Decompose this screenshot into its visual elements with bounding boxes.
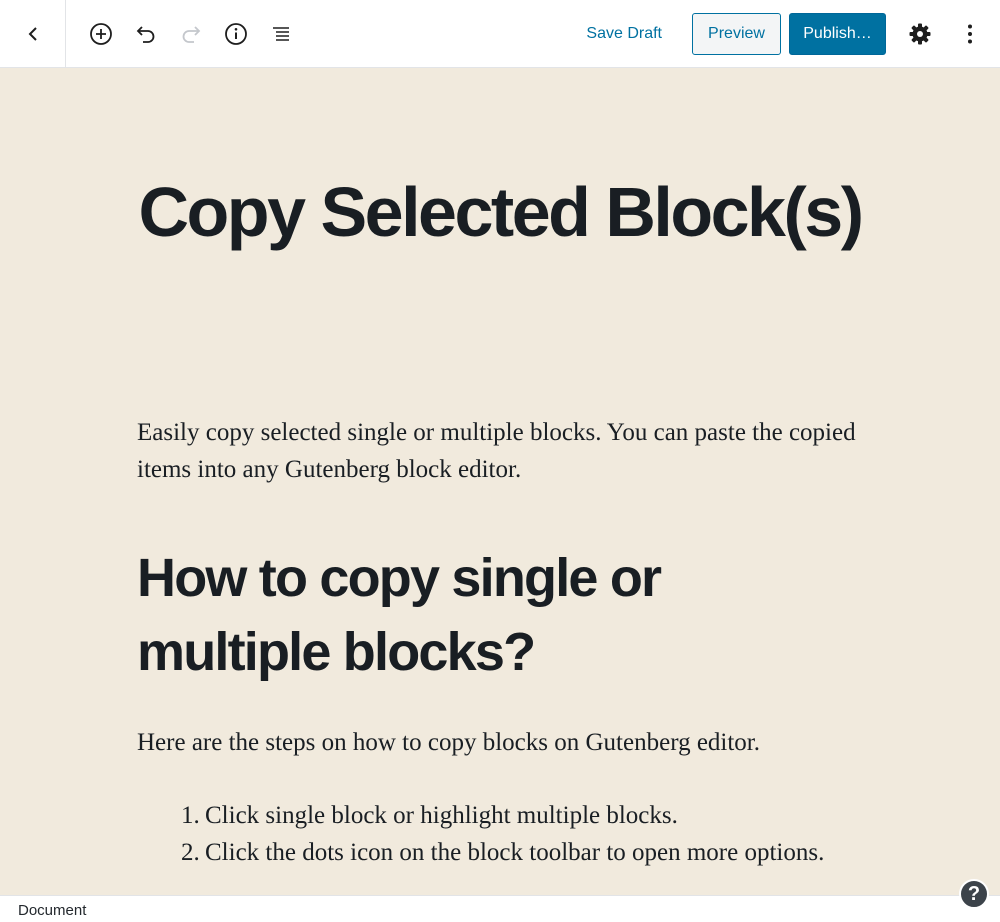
editor-footer: Document — [0, 895, 1000, 922]
breadcrumb-document[interactable]: Document — [18, 902, 86, 919]
block-navigation-button[interactable] — [263, 16, 299, 52]
back-button[interactable] — [15, 16, 51, 52]
more-vertical-icon — [968, 24, 972, 43]
chevron-left-icon — [28, 26, 37, 41]
intro-paragraph[interactable]: Easily copy selected single or multiple … — [137, 414, 863, 488]
help-icon: ? — [967, 882, 981, 905]
list-icon — [273, 26, 289, 41]
editor-canvas: Copy Selected Block(s) Easily copy selec… — [0, 69, 1000, 895]
redo-button[interactable] — [173, 16, 209, 52]
back-area — [0, 0, 66, 68]
info-button[interactable] — [218, 16, 254, 52]
more-options-button[interactable] — [952, 16, 988, 52]
gear-icon — [909, 23, 931, 44]
steps-intro-paragraph[interactable]: Here are the steps on how to copy blocks… — [137, 724, 863, 761]
info-icon — [225, 22, 247, 45]
undo-icon — [136, 25, 155, 43]
steps-list[interactable]: 1. Click single block or highlight multi… — [181, 797, 845, 871]
header-actions: Save Draft Preview Publish… — [572, 12, 1000, 55]
list-item[interactable]: 2. Click the dots icon on the block tool… — [181, 834, 845, 871]
section-heading[interactable]: How to copy single or multiple blocks? — [137, 541, 863, 689]
add-block-button[interactable] — [83, 16, 119, 52]
list-item[interactable]: 1. Click single block or highlight multi… — [181, 797, 845, 834]
list-item-text: Click single block or highlight multiple… — [205, 802, 678, 829]
redo-icon — [182, 25, 201, 43]
plus-circle-icon — [90, 22, 112, 45]
post-title[interactable]: Copy Selected Block(s) — [137, 169, 865, 255]
undo-button[interactable] — [128, 16, 164, 52]
preview-button[interactable]: Preview — [692, 12, 781, 55]
list-item-text: Click the dots icon on the block toolbar… — [205, 839, 825, 866]
save-draft-button[interactable]: Save Draft — [572, 14, 676, 54]
help-button[interactable]: ? — [959, 879, 989, 909]
settings-button[interactable] — [902, 16, 938, 52]
editor-tools — [83, 16, 299, 52]
list-item-number: 2. — [181, 839, 200, 866]
editor-header: Save Draft Preview Publish… — [0, 0, 1000, 68]
publish-button[interactable]: Publish… — [789, 12, 886, 55]
list-item-number: 1. — [181, 802, 200, 829]
